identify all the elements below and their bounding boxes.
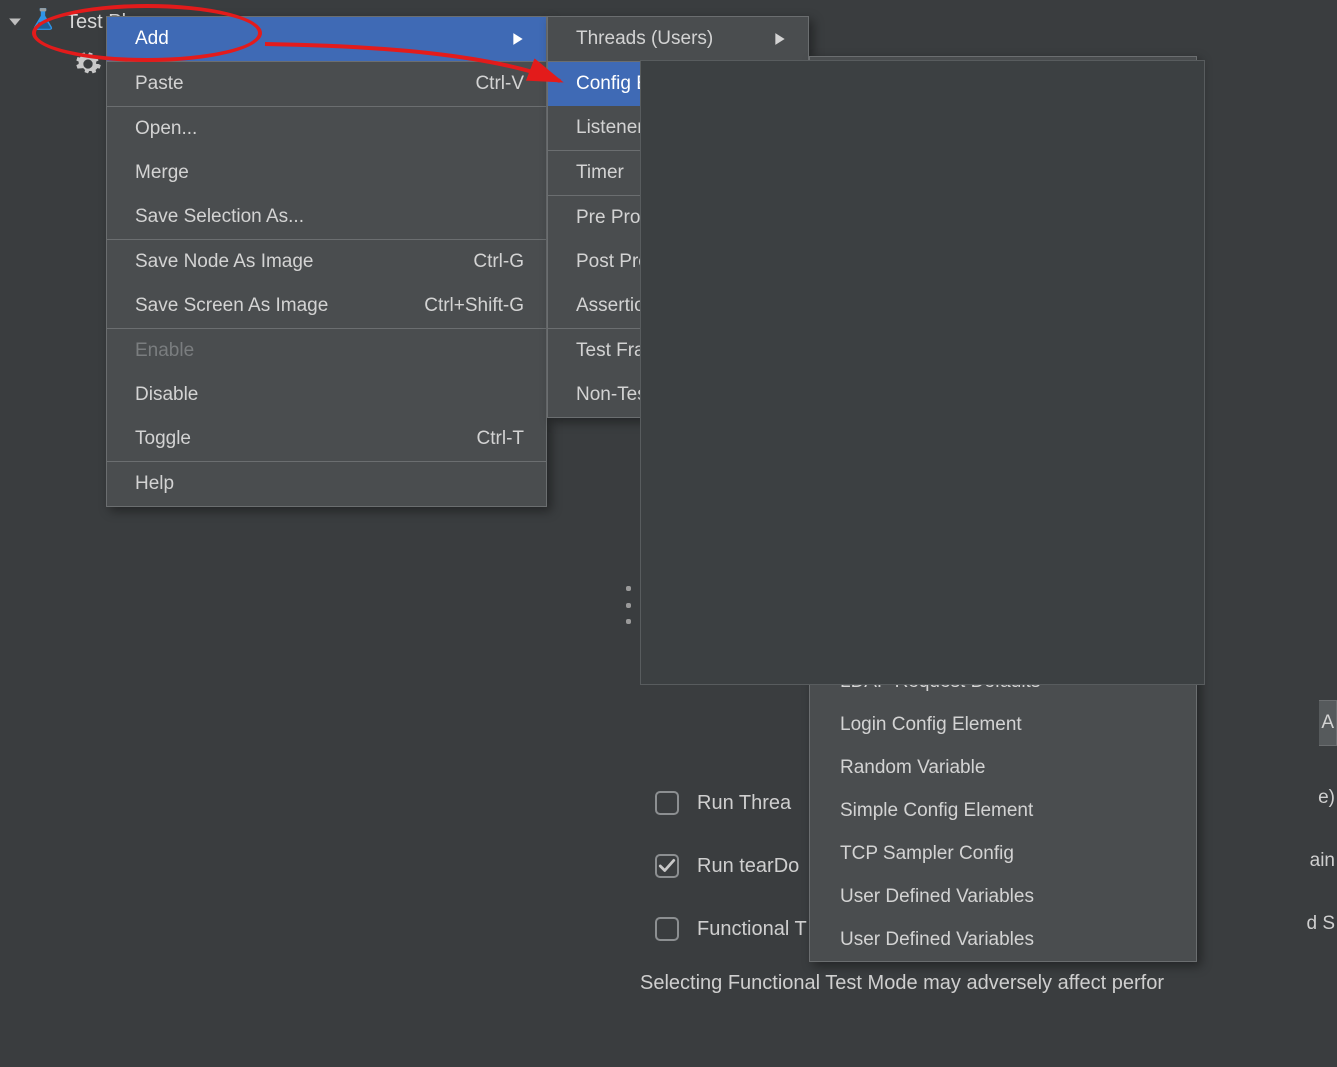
context-menu-item-help[interactable]: Help (107, 462, 546, 506)
context-menu-item-open[interactable]: Open... (107, 107, 546, 151)
add-button-fragment-label: A (1321, 712, 1334, 734)
menu-item-label: Save Screen As Image (135, 295, 384, 317)
menu-item-label: Random Variable (840, 757, 1174, 779)
menu-item-label: TCP Sampler Config (840, 843, 1174, 865)
gear-icon[interactable] (74, 50, 102, 84)
config-element-item-simple-config-element[interactable]: Simple Config Element (810, 789, 1196, 832)
context-menu-item-save-screen-as-image[interactable]: Save Screen As Image Ctrl+Shift-G (107, 284, 546, 328)
menu-item-label: Merge (135, 162, 524, 184)
menu-item-label: Save Node As Image (135, 251, 433, 273)
context-menu-item-save-selection-as[interactable]: Save Selection As... (107, 195, 546, 239)
row-trail-2: ain (1310, 850, 1335, 872)
context-menu-item-enable: Enable (107, 329, 546, 373)
checkbox-checked-icon[interactable] (655, 854, 679, 878)
config-element-item-user-defined-variables[interactable]: User Defined Variables (810, 918, 1196, 961)
menu-item-shortcut: Ctrl-G (473, 251, 524, 273)
add-button-fragment[interactable]: A (1319, 700, 1337, 746)
menu-item-label: Toggle (135, 428, 437, 450)
context-menu-item-paste[interactable]: Paste Ctrl-V (107, 62, 546, 106)
context-menu: Add Paste Ctrl-V Open... Merge Save Selection… (106, 16, 547, 507)
run-teardown-row[interactable]: Run tearDo (655, 850, 799, 882)
menu-item-label: Add (135, 28, 492, 50)
run-teardown-label: Run tearDo (697, 855, 799, 878)
menu-item-label: User Defined Variables (840, 929, 1174, 951)
config-element-item-random-variable[interactable]: Random Variable (810, 746, 1196, 789)
config-element-item-login-config-element[interactable]: Login Config Element (810, 703, 1196, 746)
menu-item-label: Enable (135, 340, 524, 362)
add-submenu-item-threads-users[interactable]: Threads (Users) (548, 17, 808, 61)
config-element-item-user-defined-variables[interactable]: User Defined Variables (810, 875, 1196, 918)
context-menu-item-add[interactable]: Add (107, 17, 546, 61)
menu-item-label: Login Config Element (840, 714, 1174, 736)
menu-item-label: Save Selection As... (135, 206, 524, 228)
menu-item-label: Paste (135, 73, 435, 95)
context-menu-item-disable[interactable]: Disable (107, 373, 546, 417)
context-menu-item-save-node-as-image[interactable]: Save Node As Image Ctrl-G (107, 240, 546, 284)
menu-item-label: Simple Config Element (840, 800, 1174, 822)
functional-test-label: Functional T (697, 918, 807, 941)
menu-item-label: Help (135, 473, 524, 495)
menu-item-shortcut: Ctrl-V (475, 73, 524, 95)
context-menu-item-merge[interactable]: Merge (107, 151, 546, 195)
submenu-arrow-icon (774, 32, 786, 46)
context-menu-item-toggle[interactable]: Toggle Ctrl-T (107, 417, 546, 461)
menu-item-label: Open... (135, 118, 524, 140)
menu-item-shortcut: Ctrl+Shift-G (424, 295, 524, 317)
menu-item-label: Disable (135, 384, 524, 406)
tree-expand-icon[interactable] (8, 15, 22, 29)
submenu-arrow-icon (512, 32, 524, 46)
run-thread-groups-row[interactable]: Run Threa (655, 787, 791, 819)
row-trail-3: d S (1306, 913, 1335, 935)
functional-test-row[interactable]: Functional T (655, 913, 807, 945)
run-thread-groups-label: Run Threa (697, 792, 791, 815)
description-box[interactable] (640, 60, 1205, 685)
flask-icon (30, 6, 56, 38)
menu-item-label: Threads (Users) (576, 28, 754, 50)
row-trail-1: e) (1318, 787, 1335, 809)
split-grip[interactable] (622, 585, 634, 625)
checkbox-unchecked-icon[interactable] (655, 917, 679, 941)
menu-item-shortcut: Ctrl-T (477, 428, 524, 450)
checkbox-unchecked-icon[interactable] (655, 791, 679, 815)
menu-item-label: User Defined Variables (840, 886, 1174, 908)
functional-mode-hint: Selecting Functional Test Mode may adver… (640, 972, 1335, 995)
config-element-item-tcp-sampler-config[interactable]: TCP Sampler Config (810, 832, 1196, 875)
